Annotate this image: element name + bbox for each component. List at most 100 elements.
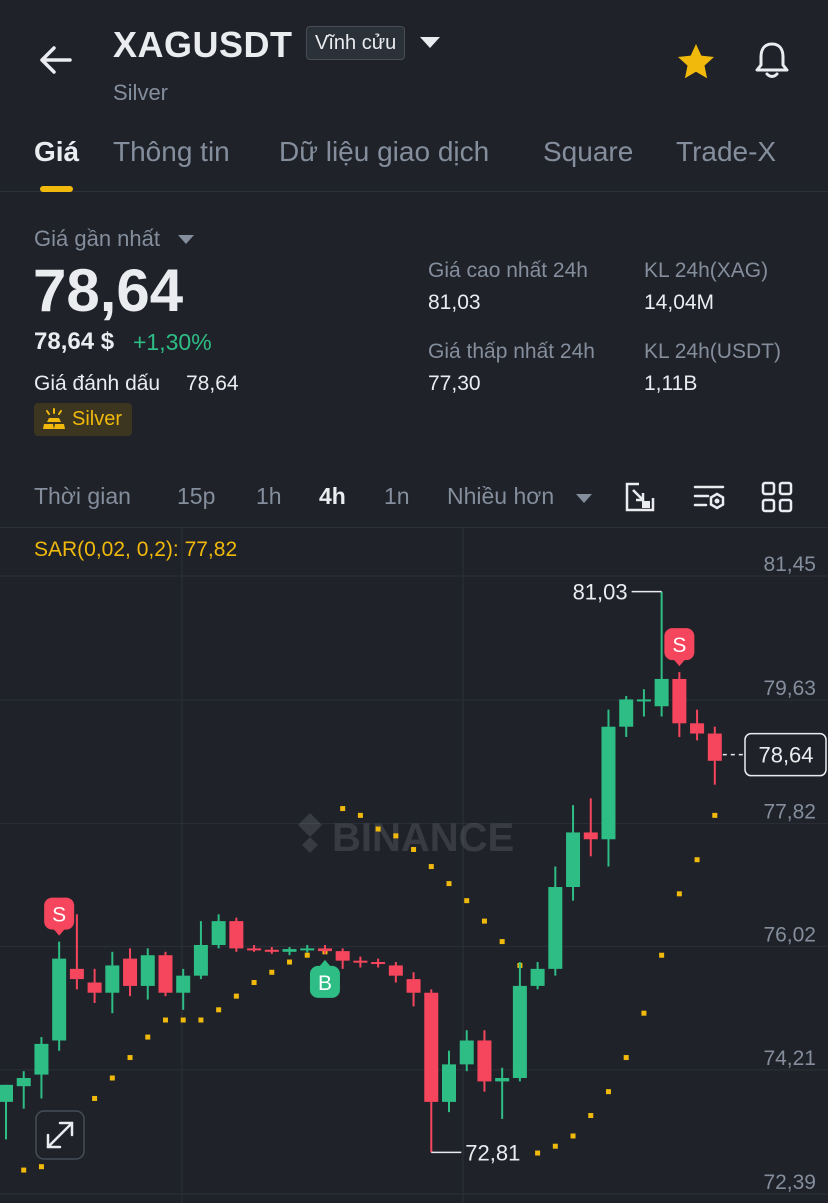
tab-trading-data[interactable]: Dữ liệu giao dịch <box>279 136 489 168</box>
back-arrow-icon[interactable] <box>36 40 76 80</box>
candle-body <box>388 965 403 976</box>
header: XAGUSDT Vĩnh cửu Silver <box>0 0 828 120</box>
y-axis-label: 79,63 <box>763 677 816 700</box>
sar-dot <box>464 898 470 904</box>
sar-dot <box>162 1017 168 1023</box>
sar-dot <box>428 864 434 870</box>
timeframe-4h[interactable]: 4h <box>319 483 346 510</box>
indicator-settings-icon[interactable] <box>692 480 726 514</box>
sar-dot <box>198 1017 204 1023</box>
sar-dot <box>269 969 275 975</box>
sar-dot <box>694 857 700 863</box>
timeframe-bar: Thời gian 15p 1h 4h 1n Nhiều hơn <box>0 470 828 528</box>
sar-dot <box>233 993 239 999</box>
contract-type-badge[interactable]: Vĩnh cửu <box>306 26 406 60</box>
candle-body <box>424 992 439 1102</box>
high-24h-label: Giá cao nhất 24h <box>428 259 588 282</box>
sar-dot <box>38 1164 44 1170</box>
chevron-down-icon[interactable] <box>178 235 194 244</box>
category-tag[interactable]: Silver <box>34 403 133 436</box>
sar-dot <box>570 1133 576 1139</box>
last-price-label[interactable]: Giá gần nhất <box>34 226 160 252</box>
signal-pointer <box>53 928 66 936</box>
last-price: 78,64 <box>33 257 184 324</box>
category-tag-label: Silver <box>72 408 123 430</box>
volume-xag-label: KL 24h(XAG) <box>644 259 769 282</box>
timeframe-time[interactable]: Thời gian <box>34 483 131 510</box>
candle-body <box>619 699 634 727</box>
sar-dot <box>216 1007 222 1013</box>
sar-dot <box>535 1150 541 1156</box>
sar-dot <box>180 1017 186 1023</box>
y-axis-label: 77,82 <box>763 801 816 824</box>
candle-body <box>300 948 315 951</box>
sar-indicator-label: SAR(0,02, 0,2): 77,82 <box>34 538 238 561</box>
binance-watermark: BINANCE <box>290 813 514 860</box>
usd-price: 78,64 $ <box>34 328 115 355</box>
candle-body <box>176 975 191 993</box>
chevron-down-icon[interactable] <box>420 37 440 48</box>
candle-body <box>247 948 262 951</box>
candle-body <box>371 962 386 965</box>
tab-square[interactable]: Square <box>543 136 633 168</box>
candle-body <box>335 951 350 961</box>
candle-body <box>158 955 173 993</box>
symbol-title[interactable]: XAGUSDT <box>113 24 293 66</box>
sar-dot <box>127 1055 133 1061</box>
candle-body <box>548 887 563 969</box>
sar-dot <box>552 1143 558 1149</box>
expand-chart-icon[interactable] <box>35 1110 85 1160</box>
candle-body <box>495 1078 510 1082</box>
candle-body <box>459 1040 474 1065</box>
svg-text:BINANCE: BINANCE <box>332 816 514 860</box>
depth-chart-icon[interactable] <box>623 480 657 514</box>
sar-dot <box>712 812 718 818</box>
candle-body <box>282 949 297 952</box>
candle-body <box>601 726 616 840</box>
candle-body <box>512 985 527 1078</box>
low-24h-label: Giá thấp nhất 24h <box>428 340 595 363</box>
tab-price[interactable]: Giá <box>34 136 79 168</box>
timeframe-15m[interactable]: 15p <box>177 483 215 510</box>
candle-body <box>566 832 581 888</box>
timeframe-1d[interactable]: 1n <box>384 483 410 510</box>
sar-dot <box>287 959 293 965</box>
volume-xag-value: 14,04M <box>644 291 715 314</box>
layout-grid-icon[interactable] <box>760 480 794 514</box>
signal-label: S <box>52 904 66 927</box>
candle-body <box>264 949 279 952</box>
tab-trade-x[interactable]: Trade-X <box>676 136 776 168</box>
candle-body <box>707 733 722 761</box>
sar-dot <box>411 846 417 852</box>
price-change-percent: +1,30% <box>133 329 212 355</box>
tab-info[interactable]: Thông tin <box>113 136 230 168</box>
signal-label: S <box>672 634 686 657</box>
candle-body <box>34 1043 49 1075</box>
active-tab-indicator <box>40 186 73 192</box>
sar-dot <box>588 1113 594 1119</box>
signal-pointer <box>318 959 331 967</box>
candles <box>0 591 722 1153</box>
sar-indicator-dots <box>21 806 718 1173</box>
low-24h-value: 77,30 <box>428 372 481 395</box>
candle-body <box>583 832 598 840</box>
symbol-subtitle: Silver <box>113 80 169 105</box>
y-axis-label: 72,39 <box>763 1171 816 1194</box>
sar-dot <box>109 1075 115 1081</box>
star-icon[interactable] <box>674 40 718 84</box>
candle-body <box>123 958 138 986</box>
timeframe-more[interactable]: Nhiều hơn <box>447 483 554 510</box>
high-price-label: 81,03 <box>573 580 628 605</box>
bell-icon[interactable] <box>750 38 794 82</box>
timeframe-1h[interactable]: 1h <box>256 483 282 510</box>
y-axis-label: 81,45 <box>763 553 816 576</box>
chevron-down-icon[interactable] <box>576 494 592 503</box>
sar-dot <box>605 1089 611 1095</box>
high-24h-value: 81,03 <box>428 291 481 314</box>
candle-body <box>530 968 545 986</box>
sar-dot <box>340 806 346 812</box>
main-tabs: Giá Thông tin Dữ liệu giao dịch Square T… <box>0 128 828 192</box>
candlestick-chart[interactable]: BINANCE 81,03 72,81 S B S 78,64 81,45 79,63 77,… <box>0 528 828 1203</box>
candle-body <box>105 965 120 993</box>
sar-dot <box>393 833 399 839</box>
